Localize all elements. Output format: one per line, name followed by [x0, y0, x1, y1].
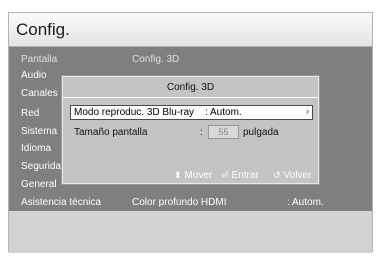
- bluray-3d-mode-label: Modo reproduc. 3D Blu-ray: [74, 107, 195, 118]
- return-icon: ↺: [273, 170, 281, 180]
- screen-size-field[interactable]: 55: [208, 125, 239, 139]
- screen-size-colon: :: [200, 127, 203, 138]
- back-hint: ↺ Volver: [273, 170, 311, 181]
- move-hint: ⬍ Mover: [174, 170, 212, 181]
- hdmi-color-label[interactable]: Color profundo HDMI: [132, 197, 226, 208]
- bluray-3d-mode-option[interactable]: Modo reproduc. 3D Blu-ray : Autom. ›: [70, 105, 313, 120]
- hdmi-color-value: : Autom.: [287, 197, 324, 208]
- enter-hint: ⏎ Entrar: [221, 170, 259, 181]
- enter-icon: ⏎: [221, 170, 229, 180]
- pantalla-current-value: Config. 3D: [132, 54, 180, 65]
- enter-label: Entrar: [231, 170, 259, 181]
- up-down-arrow-icon: ⬍: [174, 170, 182, 180]
- move-label: Mover: [184, 170, 213, 181]
- header-bar: Config.: [9, 13, 372, 47]
- sidebar-item-seguridad[interactable]: Seguridad: [21, 161, 67, 172]
- page-title: Config.: [16, 20, 70, 39]
- sidebar-item-asistencia-tecnica[interactable]: Asistencia técnica: [21, 197, 101, 208]
- sidebar-item-audio[interactable]: Audio: [21, 70, 47, 81]
- chevron-right-icon: ›: [306, 106, 309, 116]
- sidebar-item-general[interactable]: General: [21, 179, 57, 190]
- bluray-3d-mode-value: : Autom.: [205, 107, 242, 118]
- sidebar-item-idioma[interactable]: Idioma: [21, 143, 51, 154]
- dialog-title: Config. 3D: [63, 77, 318, 98]
- screen-size-unit: pulgada: [243, 127, 279, 138]
- sidebar-item-canales[interactable]: Canales: [21, 88, 58, 99]
- sidebar-item-pantalla[interactable]: Pantalla: [21, 54, 57, 65]
- config-3d-dialog: Config. 3D Modo reproduc. 3D Blu-ray : A…: [62, 76, 319, 184]
- sidebar-item-sistema[interactable]: Sistema: [21, 126, 57, 137]
- screen-size-label: Tamaño pantalla: [74, 127, 148, 138]
- dialog-footer: ⬍ Mover ⏎ Entrar ↺ Volver: [63, 166, 318, 184]
- footer-bar: [9, 211, 372, 253]
- sidebar-item-red[interactable]: Red: [21, 108, 39, 119]
- back-label: Volver: [283, 170, 312, 181]
